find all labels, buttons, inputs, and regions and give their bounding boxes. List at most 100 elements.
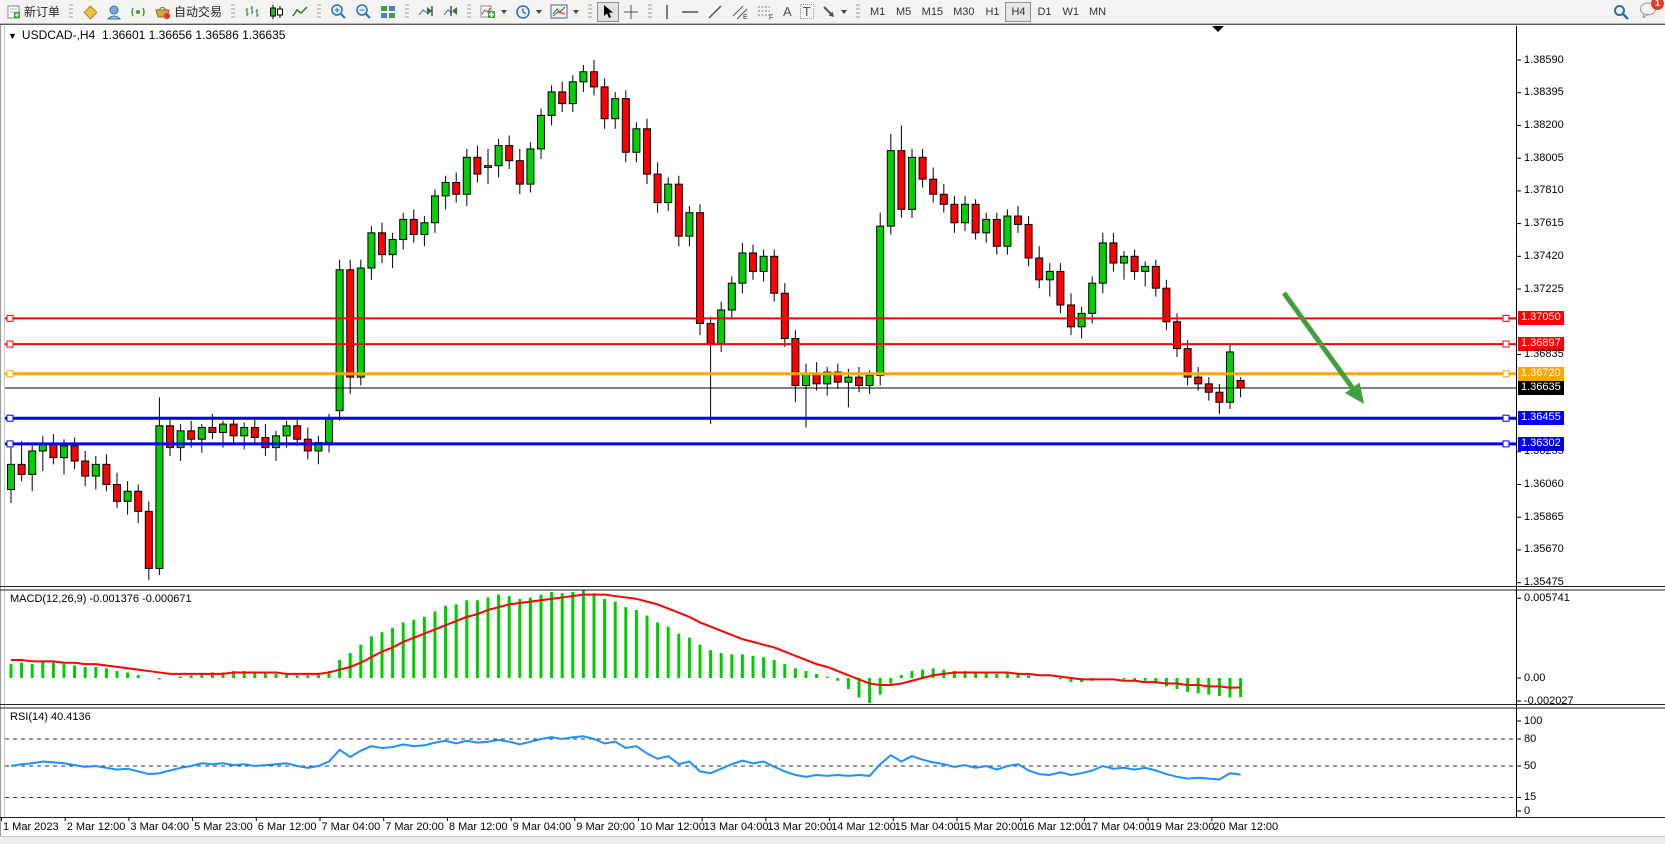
new-order-label: 新订单 — [24, 3, 60, 20]
dropdown-arrow-icon — [573, 10, 579, 14]
horizontal-line-button[interactable] — [677, 2, 703, 22]
text-t-icon: T — [800, 4, 814, 19]
timeframe-m5-button[interactable]: M5 — [891, 2, 917, 22]
main-toolbar: 新订单 自动交易 — [0, 0, 1665, 24]
vertical-line-icon — [661, 4, 673, 20]
zoom-group — [323, 0, 403, 23]
assistant-button[interactable] — [102, 2, 126, 22]
timeframe-h1-button[interactable]: H1 — [979, 2, 1005, 22]
toolbar-grip — [588, 4, 592, 20]
toolbar-right: 1 — [1613, 2, 1665, 21]
chart-shift-button[interactable] — [438, 2, 462, 22]
notification-badge: 1 — [1651, 0, 1664, 10]
crosshair-button[interactable] — [619, 2, 643, 22]
auto-trading-icon — [154, 4, 171, 20]
dropdown-arrow-icon — [536, 10, 542, 14]
trendline-icon — [707, 4, 723, 20]
channel-icon: E — [731, 4, 749, 20]
line-chart-icon — [292, 4, 308, 20]
auto-trading-button[interactable]: 自动交易 — [150, 2, 226, 22]
timeframe-w1-button[interactable]: W1 — [1057, 2, 1084, 22]
toolbar-grip — [405, 4, 409, 20]
template-icon — [550, 4, 568, 19]
chart-shift-icon — [442, 4, 458, 20]
candlestick-button[interactable] — [264, 2, 288, 22]
line-anchor[interactable] — [1503, 415, 1509, 421]
clock-icon — [515, 4, 531, 20]
ea-group: 自动交易 — [75, 0, 229, 23]
fibonacci-button[interactable]: F — [753, 2, 779, 22]
tile-windows-icon — [380, 4, 396, 20]
crosshair-icon — [623, 4, 639, 20]
cursor-icon — [601, 4, 615, 19]
timeframe-m30-button[interactable]: M30 — [948, 2, 979, 22]
line-anchor[interactable] — [1503, 371, 1509, 377]
bar-chart-button[interactable] — [240, 2, 264, 22]
toolbar-grip — [467, 4, 471, 20]
vertical-line-button[interactable] — [657, 2, 677, 22]
text-a-icon: A — [783, 5, 792, 18]
chart-shift-marker-icon[interactable] — [1212, 26, 1224, 32]
channel-button[interactable]: E — [727, 2, 753, 22]
toolbar-grip — [856, 4, 860, 20]
timeframe-m15-button[interactable]: M15 — [917, 2, 948, 22]
zoom-out-icon — [355, 3, 372, 20]
timeframe-h4-button[interactable]: H4 — [1005, 2, 1031, 22]
svg-text:E: E — [743, 14, 748, 20]
line-chart-button[interactable] — [288, 2, 312, 22]
trendline-button[interactable] — [703, 2, 727, 22]
toolbar-grip — [231, 4, 235, 20]
line-anchor[interactable] — [1503, 441, 1509, 447]
arrows-tool-button[interactable] — [818, 2, 851, 22]
chart-type-group — [237, 0, 315, 23]
signal-button[interactable] — [126, 2, 150, 22]
gold-diamond-icon — [82, 4, 98, 20]
dropdown-arrow-icon — [841, 10, 847, 14]
search-icon[interactable] — [1613, 4, 1629, 20]
horizontal-line-icon — [681, 5, 699, 19]
text-button[interactable]: A — [779, 2, 796, 22]
dropdown-arrow-icon — [501, 10, 507, 14]
cursor-button[interactable] — [597, 2, 619, 22]
new-order-icon — [7, 5, 21, 19]
scroll-group — [411, 0, 465, 23]
line-anchor[interactable] — [1503, 341, 1509, 347]
line-anchor[interactable] — [7, 415, 13, 421]
chat-button[interactable]: 1 — [1639, 2, 1657, 21]
line-anchor[interactable] — [1503, 315, 1509, 321]
periods-button[interactable] — [511, 2, 546, 22]
auto-trading-label: 自动交易 — [174, 3, 222, 20]
toolbar-grip — [648, 4, 652, 20]
auto-scroll-icon — [418, 4, 434, 20]
line-anchor[interactable] — [7, 371, 13, 377]
timeframe-d1-button[interactable]: D1 — [1031, 2, 1057, 22]
timeframe-mn-button[interactable]: MN — [1084, 2, 1111, 22]
cursor-group — [594, 0, 646, 23]
line-anchor[interactable] — [7, 315, 13, 321]
tile-windows-button[interactable] — [376, 2, 400, 22]
zoom-in-button[interactable] — [326, 2, 351, 22]
arrows-tool-icon — [822, 5, 836, 19]
toolbar-grip — [69, 4, 73, 20]
assistant-icon — [106, 4, 122, 20]
order-group: 新订单 — [0, 0, 67, 23]
new-order-button[interactable]: 新订单 — [3, 2, 64, 22]
gold-diamond-button[interactable] — [78, 2, 102, 22]
zoom-out-button[interactable] — [351, 2, 376, 22]
bar-chart-icon — [244, 4, 260, 20]
chart-canvas[interactable] — [0, 0, 1665, 843]
templates-button[interactable] — [546, 2, 583, 22]
svg-text:F: F — [769, 14, 773, 20]
line-anchor[interactable] — [7, 341, 13, 347]
line-anchor[interactable] — [7, 441, 13, 447]
timeframe-m1-button[interactable]: M1 — [865, 2, 891, 22]
signal-icon — [130, 4, 146, 20]
auto-scroll-button[interactable] — [414, 2, 438, 22]
drawing-group: E F A T — [654, 0, 854, 23]
text-label-button[interactable]: T — [796, 2, 818, 22]
toolbar-grip — [317, 4, 321, 20]
insert-group — [473, 0, 586, 23]
indicators-button[interactable] — [476, 2, 511, 22]
rsi-line — [11, 736, 1241, 779]
fibonacci-icon: F — [757, 4, 775, 20]
